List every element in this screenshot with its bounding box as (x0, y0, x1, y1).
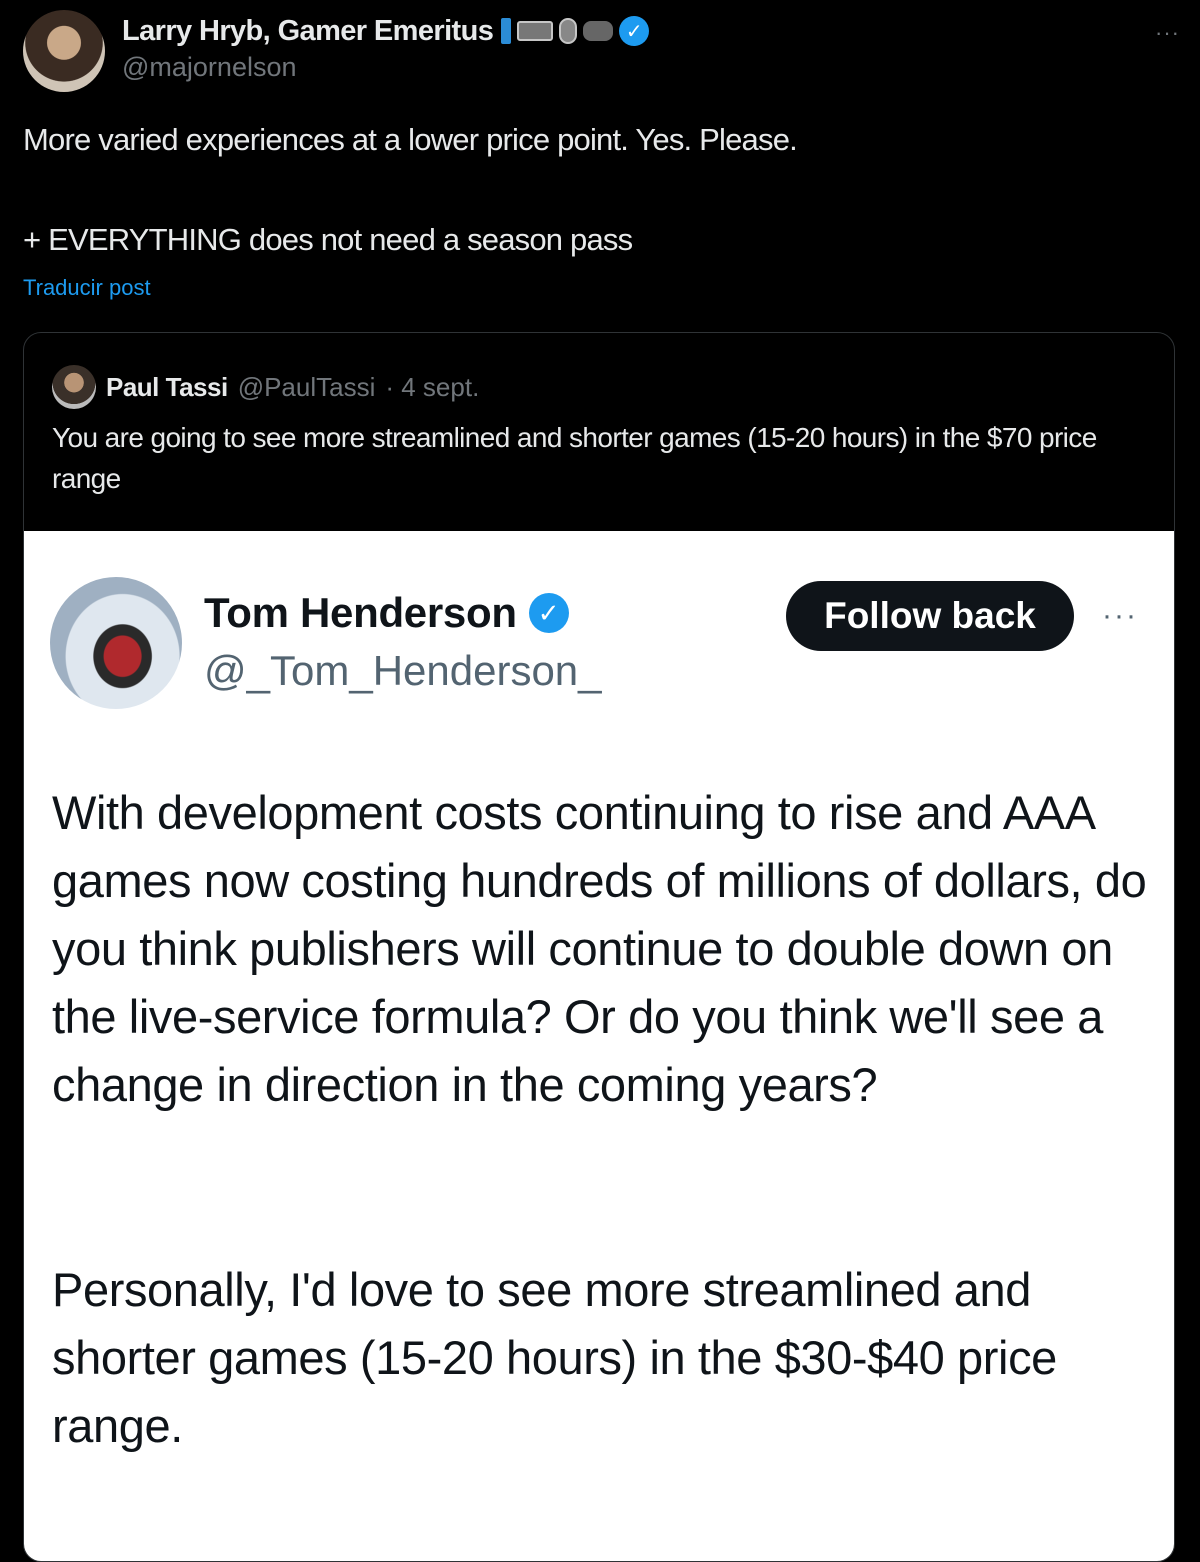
embedded-paragraph-2: Personally, I'd love to see more streaml… (52, 1263, 1057, 1452)
author-row: Larry Hryb, Gamer Emeritus ✓ (122, 12, 650, 50)
more-options-icon[interactable]: ··· (1155, 20, 1180, 46)
embedded-paragraph-1: With development costs continuing to ris… (52, 786, 1147, 1111)
author-avatar[interactable] (23, 10, 105, 92)
quoted-author-handle[interactable]: @PaulTassi (238, 372, 376, 403)
quoted-post-text: You are going to see more streamlined an… (52, 422, 1097, 494)
quoted-author-row: Paul Tassi @PaulTassi · 4 sept. (52, 365, 479, 409)
embedded-tweet-image[interactable]: Tom Henderson ✓ @_Tom_Henderson_ Follow … (24, 531, 1174, 1561)
embedded-more-icon: ··· (1102, 599, 1138, 632)
mouse-icon (559, 18, 578, 44)
phone-icon (501, 18, 512, 44)
embedded-author-handle: @_Tom_Henderson_ (204, 647, 602, 694)
embedded-verified-icon: ✓ (528, 593, 569, 633)
embedded-author-name: Tom Henderson (204, 589, 517, 636)
author-handle[interactable]: @majornelson (122, 52, 297, 83)
author-display-name[interactable]: Larry Hryb, Gamer Emeritus (122, 15, 494, 48)
post-text-line-2: + EVERYTHING does not need a season pass (23, 222, 633, 257)
keyboard-icon (517, 21, 554, 41)
translate-post-link[interactable]: Traducir post (23, 275, 151, 301)
embedded-author-avatar (50, 577, 182, 709)
quoted-author-avatar[interactable] (52, 365, 96, 409)
quoted-author-name[interactable]: Paul Tassi (106, 372, 228, 403)
quoted-post-date[interactable]: · 4 sept. (385, 372, 479, 403)
embedded-author-row: Tom Henderson ✓ (204, 589, 569, 637)
post-text-line-1: More varied experiences at a lower price… (23, 122, 798, 157)
author-badges: ✓ (501, 16, 650, 46)
verified-icon[interactable]: ✓ (619, 16, 650, 46)
quoted-post-card[interactable]: Paul Tassi @PaulTassi · 4 sept. You are … (23, 332, 1175, 1562)
follow-back-button: Follow back (786, 581, 1074, 651)
gamepad-icon (583, 21, 614, 41)
